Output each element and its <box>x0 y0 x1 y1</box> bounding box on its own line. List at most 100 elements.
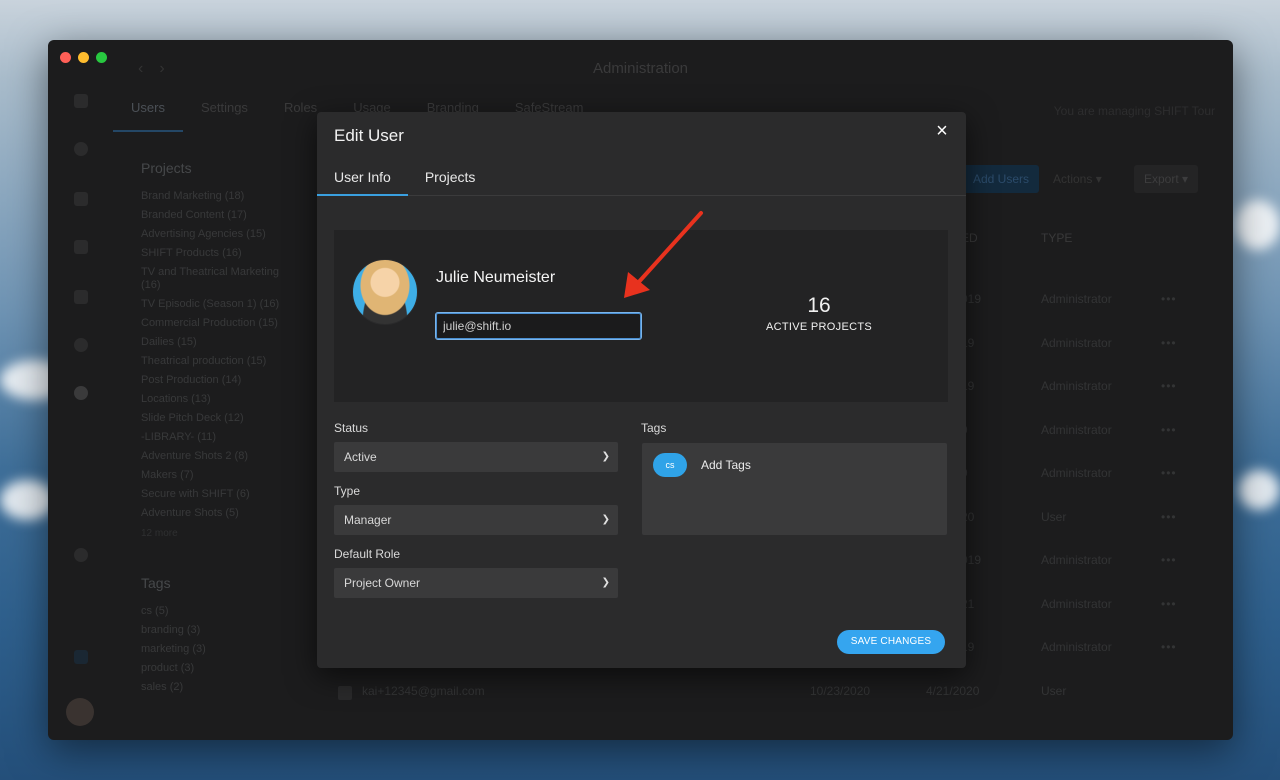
row-more-icon[interactable]: ••• <box>1161 597 1177 611</box>
help-icon[interactable] <box>74 548 88 562</box>
table-row[interactable]: kai+12345@gmail.com 10/23/2020 4/21/2020… <box>328 684 1203 704</box>
sidebar-project-item[interactable]: Dailies (15) <box>141 336 291 349</box>
managing-label: You are managing SHIFT Tour <box>1053 104 1215 118</box>
caret-down-icon: ▾ <box>1095 172 1102 186</box>
row-type: Administrator <box>1041 379 1112 393</box>
sidebar-tag-item[interactable]: product (3) <box>141 662 291 675</box>
tab-user-info[interactable]: User Info <box>317 162 408 196</box>
sidebar-project-item[interactable]: Theatrical production (15) <box>141 355 291 368</box>
sidebar-project-item[interactable]: Adventure Shots (5) <box>141 507 291 520</box>
tab-settings[interactable]: Settings <box>183 98 266 132</box>
row-type: Administrator <box>1041 596 1112 611</box>
active-projects-label: ACTIVE PROJECTS <box>766 321 872 333</box>
default-role-select[interactable]: Project Owner ❯ <box>334 568 618 598</box>
sidebar-project-item[interactable]: Adventure Shots 2 (8) <box>141 450 291 463</box>
row-more-icon[interactable]: ••• <box>1161 640 1177 654</box>
clock-icon[interactable] <box>74 142 88 156</box>
sidebar-project-item[interactable]: Secure with SHIFT (6) <box>141 488 291 501</box>
chevron-down-icon: ❯ <box>601 577 610 588</box>
calendar-icon[interactable] <box>74 240 88 254</box>
row-type: User <box>1041 684 1067 698</box>
tab-projects[interactable]: Projects <box>408 162 493 196</box>
row-more-icon[interactable]: ••• <box>1161 466 1177 480</box>
user-name: Julie Neumeister <box>436 269 556 286</box>
sidebar-project-item[interactable]: Branded Content (17) <box>141 209 291 222</box>
add-tags-button[interactable]: Add Tags <box>701 458 751 472</box>
project-list: Brand Marketing (18) Branded Content (17)… <box>141 190 291 520</box>
avatar[interactable] <box>66 698 94 726</box>
tags-label: Tags <box>641 421 667 435</box>
default-role-label: Default Role <box>334 547 401 561</box>
add-users-button[interactable]: Add Users <box>963 165 1040 193</box>
row-more-icon[interactable]: ••• <box>1161 553 1177 567</box>
type-select[interactable]: Manager ❯ <box>334 505 618 535</box>
row-date: 4/21/2020 <box>926 684 980 698</box>
profile-card: Julie Neumeister 16 ACTIVE PROJECTS <box>334 230 948 402</box>
row-type: Administrator <box>1041 292 1112 306</box>
default-role-value: Project Owner <box>344 576 421 590</box>
actions-dropdown[interactable]: Actions ▾ <box>1043 165 1112 193</box>
window-title: Administration <box>592 60 689 77</box>
actions-label: Actions <box>1053 172 1093 186</box>
sidebar-tag-item[interactable]: marketing (3) <box>141 643 291 656</box>
row-type: Administrator <box>1041 466 1112 480</box>
column-header-type[interactable]: TYPE <box>1041 231 1072 245</box>
inbox-icon[interactable] <box>74 94 88 108</box>
tag-list: cs (5) branding (3) marketing (3) product (… <box>141 605 291 694</box>
sidebar-project-item[interactable]: Slide Pitch Deck (12) <box>141 412 291 425</box>
filter-sidebar: Projects Brand Marketing (18) Branded Con… <box>141 160 291 700</box>
chevron-down-icon: ❯ <box>601 451 610 462</box>
export-label: Export <box>1144 172 1179 186</box>
edit-user-modal: Edit User × User Info Projects Julie Neu… <box>317 112 966 668</box>
row-created: 10/23/2020 <box>810 684 871 698</box>
export-dropdown[interactable]: Export ▾ <box>1134 165 1199 193</box>
row-checkbox[interactable] <box>338 686 352 700</box>
close-icon[interactable]: × <box>932 121 952 141</box>
sidebar-project-item[interactable]: SHIFT Products (16) <box>141 247 291 260</box>
sidebar-project-item[interactable]: TV Episodic (Season 1) (16) <box>141 298 291 311</box>
row-more-icon[interactable]: ••• <box>1161 292 1177 306</box>
row-more-icon[interactable]: ••• <box>1161 510 1177 524</box>
tab-users[interactable]: Users <box>113 98 183 132</box>
projects-heading: Projects <box>141 160 192 176</box>
row-more-icon[interactable]: ••• <box>1161 336 1177 350</box>
sidebar-project-item[interactable]: Brand Marketing (18) <box>141 190 291 203</box>
sidebar-tag-item[interactable]: branding (3) <box>141 624 291 637</box>
gear-icon[interactable] <box>74 386 88 400</box>
sidebar-project-item[interactable]: Makers (7) <box>141 469 291 482</box>
avatar[interactable] <box>352 259 418 325</box>
sidebar-tag-item[interactable]: sales (2) <box>141 681 291 694</box>
row-type: User <box>1041 509 1067 524</box>
email-field[interactable] <box>435 312 642 340</box>
sidebar-project-item[interactable]: -LIBRARY- (11) <box>141 431 291 444</box>
sidebar-project-item[interactable]: Advertising Agencies (15) <box>141 228 291 241</box>
modal-title: Edit User <box>334 126 404 145</box>
tags-heading: Tags <box>141 575 171 591</box>
tags-box[interactable]: cs Add Tags <box>642 443 947 535</box>
chart-icon[interactable] <box>74 192 88 206</box>
row-type: Administrator <box>1041 422 1112 437</box>
shift-logo-icon[interactable] <box>74 650 88 664</box>
sidebar-tag-item[interactable]: cs (5) <box>141 605 291 618</box>
sidebar-project-item[interactable]: Commercial Production (15) <box>141 317 291 330</box>
type-label: Type <box>334 484 361 498</box>
sidebar-project-item[interactable]: Locations (13) <box>141 393 291 406</box>
sidebar-project-item[interactable]: TV and Theatrical Marketing (16) <box>141 266 291 292</box>
chevron-down-icon: ❯ <box>601 514 610 525</box>
row-type: Administrator <box>1041 335 1112 350</box>
home-icon[interactable] <box>74 290 88 304</box>
save-changes-button[interactable]: SAVE CHANGES <box>837 630 945 654</box>
modal-tabs: User Info Projects <box>317 162 966 196</box>
more-projects-link[interactable]: 12 more <box>141 528 291 539</box>
status-select[interactable]: Active ❯ <box>334 442 618 472</box>
background-cloud <box>1238 470 1280 510</box>
row-more-icon[interactable]: ••• <box>1161 423 1177 437</box>
row-email: kai+12345@gmail.com <box>362 684 485 698</box>
row-type: Administrator <box>1041 640 1112 654</box>
sidebar-project-item[interactable]: Post Production (14) <box>141 374 291 387</box>
search-icon[interactable] <box>74 338 88 352</box>
tag-chip[interactable]: cs <box>653 453 687 477</box>
row-more-icon[interactable]: ••• <box>1161 379 1177 393</box>
active-projects-count: 16 <box>807 294 831 317</box>
active-projects-stat: 16 ACTIVE PROJECTS <box>754 294 884 333</box>
